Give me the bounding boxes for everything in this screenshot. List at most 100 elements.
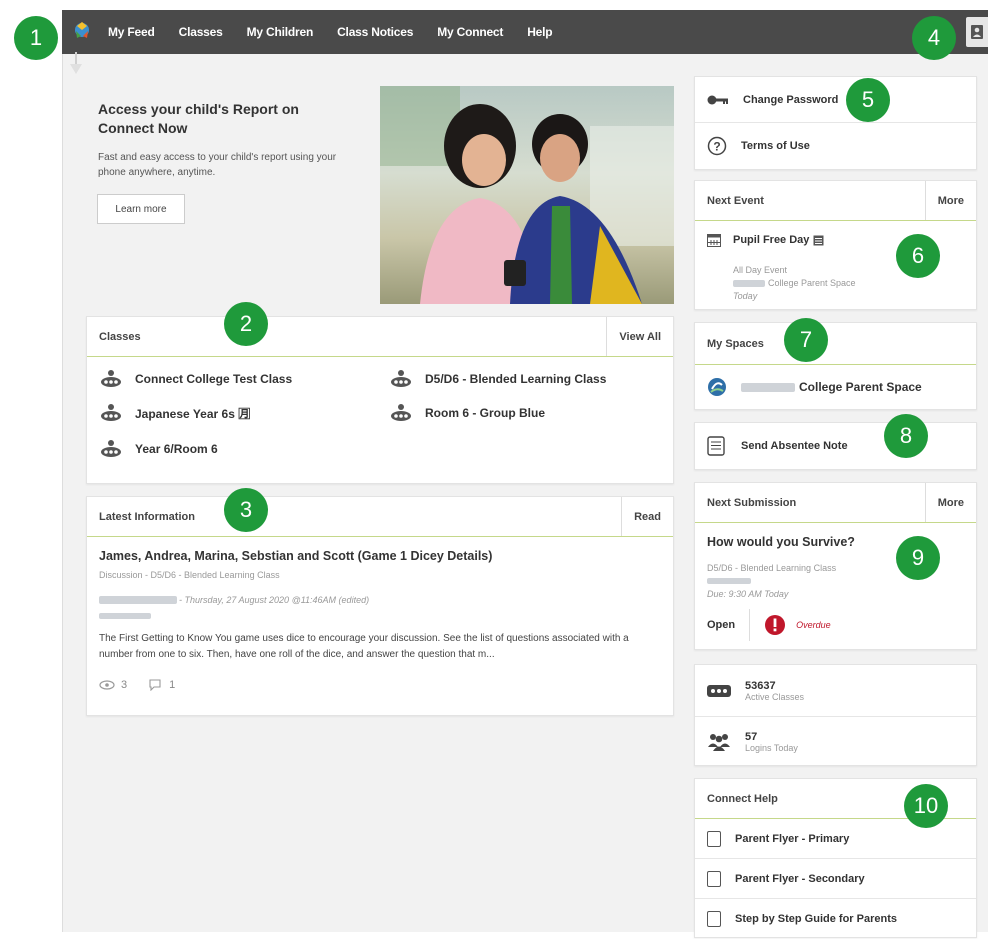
help-item-label: Parent Flyer - Secondary <box>735 872 865 885</box>
views-count: 3 <box>121 679 128 691</box>
callout-badge: 4 <box>912 16 956 60</box>
post-stats: 3 1 <box>99 679 175 691</box>
nav-class-notices[interactable]: Class Notices <box>337 25 413 39</box>
terms-of-use-link[interactable]: ? Terms of Use <box>695 123 976 169</box>
stats-card: 53637 Active Classes 57 Logins Today <box>694 664 977 766</box>
comment-icon[interactable] <box>149 679 161 691</box>
document-icon <box>707 911 721 927</box>
main-nav: My Feed Classes My Children Class Notice… <box>108 25 576 39</box>
read-link[interactable]: Read <box>621 497 673 536</box>
nav-my-feed[interactable]: My Feed <box>108 25 155 39</box>
author-name-redacted <box>99 596 177 604</box>
submission-status-row: Open Overdue <box>707 609 831 641</box>
class-item[interactable]: Room 6 - Group Blue <box>389 403 545 423</box>
user-menu-button[interactable] <box>966 17 988 47</box>
teacher-name-redacted <box>707 578 751 584</box>
next-event-header: Next Event More <box>695 181 976 221</box>
connect-logo-icon[interactable] <box>68 18 96 46</box>
absentee-note-label: Send Absentee Note <box>741 440 848 452</box>
logins-value: 57 <box>745 731 758 743</box>
document-icon <box>707 870 721 887</box>
class-item[interactable]: Year 6/Room 6 <box>99 439 218 459</box>
logins-today-stat: 57 Logins Today <box>695 717 976 767</box>
event-name: Pupil Free Day <box>733 234 810 246</box>
class-item-label: Room 6 - Group Blue <box>425 406 545 420</box>
callout-badge: 5 <box>846 78 890 122</box>
next-event-title: Next Event <box>707 194 764 207</box>
help-item[interactable]: Parent Flyer - Secondary <box>695 859 976 899</box>
comments-count: 1 <box>169 679 176 691</box>
promo-card: Access your child's Report on Connect No… <box>86 86 674 304</box>
class-icon <box>101 370 121 387</box>
submission-class: D5/D6 - Blended Learning Class <box>707 563 837 573</box>
absentee-note-row[interactable]: Send Absentee Note <box>695 423 976 469</box>
nav-classes[interactable]: Classes <box>179 25 223 39</box>
submission-name[interactable]: How would you Survive? <box>707 535 855 549</box>
class-item-label: Japanese Year 6s 🈷 <box>135 406 251 421</box>
question-icon: ? <box>707 136 727 156</box>
active-classes-label: Active Classes <box>745 691 805 702</box>
overdue-label: Overdue <box>796 620 831 630</box>
callout-badge: 6 <box>896 234 940 278</box>
key-icon <box>707 95 728 104</box>
change-password-label: Change Password <box>743 93 839 106</box>
change-password-link[interactable]: Change Password <box>695 77 976 123</box>
callout-badge: 2 <box>224 302 268 346</box>
top-navigation-bar: My Feed Classes My Children Class Notice… <box>62 10 988 54</box>
view-all-link[interactable]: View All <box>606 317 673 356</box>
nav-my-connect[interactable]: My Connect <box>437 25 503 39</box>
class-icon <box>391 404 411 421</box>
help-item[interactable]: Step by Step Guide for Parents <box>695 899 976 939</box>
class-item[interactable]: D5/D6 - Blended Learning Class <box>389 369 606 389</box>
event-type-icon <box>813 235 824 245</box>
space-name-redacted <box>741 382 795 392</box>
space-item[interactable]: College Parent Space <box>707 377 922 397</box>
latest-information-card: Latest Information Read James, Andrea, M… <box>86 496 674 716</box>
space-logo-icon <box>708 378 726 396</box>
class-item-label: D5/D6 - Blended Learning Class <box>425 372 607 386</box>
promo-text: Fast and easy access to your child's rep… <box>98 152 337 178</box>
next-submission-more-link[interactable]: More <box>924 483 976 522</box>
event-item[interactable]: Pupil Free Day <box>707 233 824 247</box>
nav-my-children[interactable]: My Children <box>247 25 314 39</box>
post-title[interactable]: James, Andrea, Marina, Sebstian and Scot… <box>99 549 492 563</box>
callout-badge: 9 <box>896 536 940 580</box>
help-item-label: Parent Flyer - Primary <box>735 832 850 845</box>
my-spaces-header: My Spaces <box>695 323 976 365</box>
post-author-row: - Thursday, 27 August 2020 @11:46AM (edi… <box>99 595 369 605</box>
callout-badge: 10 <box>904 784 948 828</box>
next-submission-header: Next Submission More <box>695 483 976 523</box>
active-classes-stat: 53637 Active Classes <box>695 665 976 717</box>
user-icon <box>971 25 983 39</box>
logins-label: Logins Today <box>745 743 798 753</box>
next-event-more-link[interactable]: More <box>924 181 976 220</box>
connect-help-title: Connect Help <box>707 792 778 805</box>
promo-title: Access your child's Report on Connect No… <box>98 101 299 136</box>
account-card: Change Password ? Terms of Use <box>694 76 977 170</box>
eye-icon <box>99 680 115 690</box>
users-icon <box>708 734 730 751</box>
latest-title: Latest Information <box>99 510 195 523</box>
next-submission-title: Next Submission <box>707 496 797 509</box>
classes-title: Classes <box>99 330 141 343</box>
classes-header: Classes View All <box>87 317 673 357</box>
event-space: College Parent Space <box>768 278 856 288</box>
overdue-alert-icon <box>765 615 786 635</box>
learn-more-button[interactable]: Learn more <box>97 194 185 224</box>
class-icon <box>391 370 411 387</box>
active-classes-value: 53637 <box>745 679 776 692</box>
callout-badge: 3 <box>224 488 268 532</box>
space-label: College Parent Space <box>799 380 922 394</box>
class-item[interactable]: Japanese Year 6s 🈷 <box>99 403 250 423</box>
class-item[interactable]: Connect College Test Class <box>99 369 292 389</box>
post-meta: Discussion - D5/D6 - Blended Learning Cl… <box>99 570 280 580</box>
class-item-label: Connect College Test Class <box>135 372 293 386</box>
my-spaces-title: My Spaces <box>707 337 764 350</box>
latest-header: Latest Information Read <box>87 497 673 537</box>
event-type: All Day Event <box>733 265 788 275</box>
calendar-icon <box>707 234 721 247</box>
absentee-note-card[interactable]: Send Absentee Note <box>694 422 977 470</box>
space-name-redacted <box>733 279 765 287</box>
nav-help[interactable]: Help <box>527 25 552 39</box>
post-date: - Thursday, 27 August 2020 @11:46AM (edi… <box>179 595 370 605</box>
